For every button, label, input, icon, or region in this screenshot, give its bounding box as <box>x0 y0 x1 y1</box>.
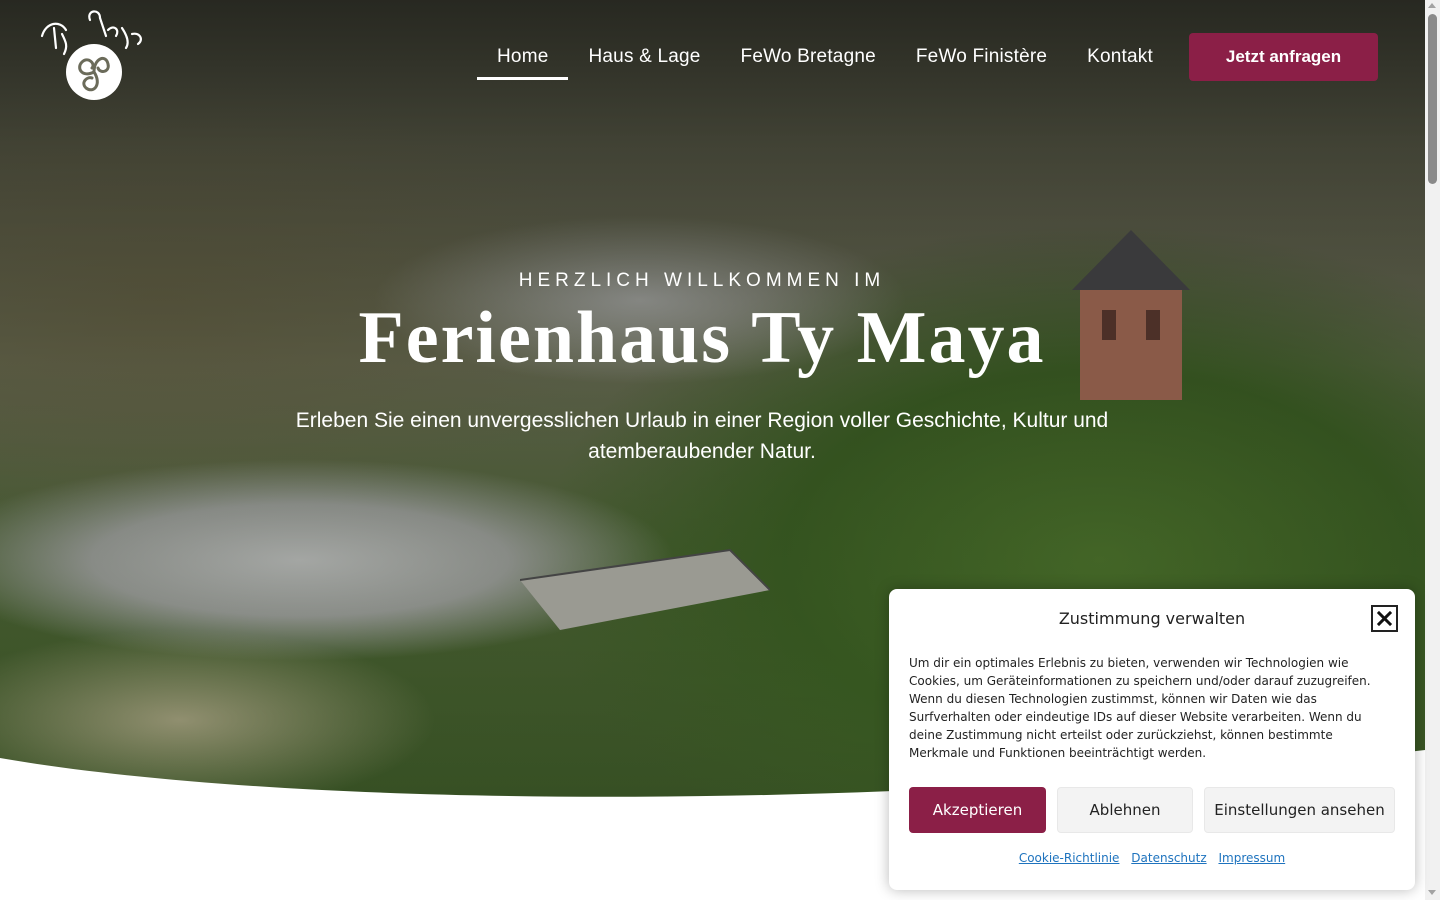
cookie-button-row: Akzeptieren Ablehnen Einstellungen anseh… <box>909 787 1395 833</box>
cookie-dialog-title: Zustimmung verwalten <box>1058 609 1246 628</box>
nav-item-haus-lage[interactable]: Haus & Lage <box>568 38 720 80</box>
hero-viewing-platform <box>520 548 770 630</box>
cookie-policy-link[interactable]: Cookie-Richtlinie <box>1019 851 1120 865</box>
view-preferences-button[interactable]: Einstellungen ansehen <box>1204 787 1395 833</box>
cookie-policy-links: Cookie-Richtlinie Datenschutz Impressum <box>889 851 1415 865</box>
page-scrollbar[interactable] <box>1425 0 1440 900</box>
imprint-link[interactable]: Impressum <box>1218 851 1285 865</box>
close-x-glyph <box>1377 611 1392 626</box>
deny-cookies-button[interactable]: Ablehnen <box>1057 787 1193 833</box>
close-icon[interactable] <box>1371 605 1398 632</box>
nav-item-fewo-finistere[interactable]: FeWo Finistère <box>896 38 1067 80</box>
accept-cookies-button[interactable]: Akzeptieren <box>909 787 1046 833</box>
scroll-up-icon[interactable] <box>1428 3 1436 8</box>
nav-item-home[interactable]: Home <box>477 38 569 80</box>
hero-subtitle: Erleben Sie einen unvergesslichen Urlaub… <box>295 409 1109 463</box>
nav-item-fewo-bretagne[interactable]: FeWo Bretagne <box>721 38 896 80</box>
cookie-consent-dialog: Zustimmung verwalten Um dir ein optimale… <box>889 589 1415 890</box>
hero-eyebrow: HERZLICH WILLKOMMEN IM <box>518 270 886 291</box>
triskele-logo-icon[interactable] <box>36 8 148 106</box>
scroll-down-icon[interactable] <box>1428 890 1436 895</box>
scroll-thumb[interactable] <box>1428 14 1437 184</box>
inquiry-button[interactable]: Jetzt anfragen <box>1189 33 1378 81</box>
hero-title: Ferienhaus Ty Maya <box>358 297 1046 379</box>
cookie-dialog-text: Um dir ein optimales Erlebnis zu bieten,… <box>909 656 1371 760</box>
nav-item-kontakt[interactable]: Kontakt <box>1067 38 1173 80</box>
privacy-link[interactable]: Datenschutz <box>1131 851 1206 865</box>
main-navigation: Home Haus & Lage FeWo Bretagne FeWo Fini… <box>477 38 1173 82</box>
